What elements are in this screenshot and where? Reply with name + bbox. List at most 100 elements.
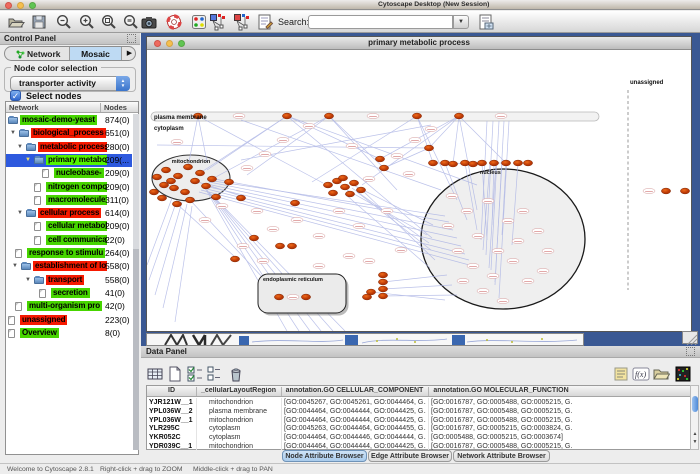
table-row[interactable]: YPL036W__1 mitochondrion [GO:0044464, GO:0… bbox=[147, 416, 690, 425]
table-cell[interactable]: [GO:0044464, GO:0044444, GO:0044425, G..… bbox=[284, 442, 426, 450]
tree-row-label[interactable]: biological_process bbox=[31, 128, 106, 138]
tree-row[interactable]: ▼cellular process614(0) bbox=[6, 207, 132, 220]
tree-row[interactable]: cellular metabol209(0) bbox=[6, 220, 132, 233]
tree-scrollbar[interactable] bbox=[133, 114, 139, 450]
tree-row-label[interactable]: cell communicati bbox=[46, 235, 107, 245]
tree-row[interactable]: mosaic-demo-yeast874(0) bbox=[6, 114, 132, 127]
zoom-window-icon[interactable] bbox=[29, 2, 36, 9]
tree-row-label[interactable]: cellular process bbox=[38, 208, 101, 218]
tree-row[interactable]: macromolecule311(0) bbox=[6, 194, 132, 207]
zoom-selected-icon[interactable] bbox=[100, 13, 118, 31]
table-cell[interactable]: [GO:0016787, GO:0005488, GO:0005215, G..… bbox=[431, 407, 572, 416]
tree-row[interactable]: ▼metabolic process280(0) bbox=[6, 141, 132, 154]
table-cell[interactable]: YLR295C bbox=[149, 424, 194, 433]
table-row[interactable]: YDR039C__1mitochondrion[GO:0044464, GO:0… bbox=[147, 442, 690, 450]
zoom-in-icon[interactable] bbox=[78, 13, 96, 31]
select-all-icon[interactable] bbox=[186, 365, 204, 383]
table-row[interactable]: YJR121W__1mitochondrion[GO:0045267, GO:0… bbox=[147, 398, 690, 407]
tree-row-label[interactable]: cellular metabol bbox=[46, 221, 107, 231]
attribute-notes-icon[interactable] bbox=[612, 365, 630, 383]
table-cell[interactable]: YDR039C__1 bbox=[149, 442, 194, 450]
tree-row-label[interactable]: macromolecule bbox=[46, 195, 107, 205]
import-table-icon[interactable] bbox=[652, 365, 670, 383]
table-col-header[interactable]: annotation.GO MOLECULAR_FUNCTION bbox=[430, 387, 572, 394]
layout-b-icon[interactable] bbox=[233, 13, 251, 31]
combo-stepper-icon[interactable]: ▲▼ bbox=[116, 76, 130, 91]
vizmapper-icon[interactable] bbox=[190, 13, 208, 31]
open-session-icon[interactable] bbox=[7, 13, 25, 31]
table-cell[interactable]: YKR052C bbox=[149, 433, 194, 442]
table-cell[interactable]: [GO:0044464, GO:0044446, GO:0044444, G..… bbox=[284, 433, 426, 442]
tab-mosaic[interactable]: Mosaic bbox=[69, 47, 122, 61]
tree-row[interactable]: ▼transport558(0) bbox=[6, 274, 132, 287]
new-attribute-icon[interactable] bbox=[166, 365, 184, 383]
table-cell[interactable]: [GO:0044464, GO:0044444, GO:0044425, G..… bbox=[284, 416, 426, 425]
node-color-combo[interactable]: transporter activity ▲▼ bbox=[10, 76, 130, 91]
tab-overflow-arrow-icon[interactable]: ▶ bbox=[122, 47, 136, 61]
data-panel-float-icon[interactable] bbox=[686, 347, 695, 356]
layout-a-icon[interactable] bbox=[209, 13, 227, 31]
table-cell[interactable]: [GO:0016787, GO:0005488, GO:0005215, G..… bbox=[431, 442, 572, 450]
tree-row[interactable]: Overview8(0) bbox=[6, 327, 132, 340]
tree-row[interactable]: cell communicati22(0) bbox=[6, 234, 132, 247]
table-cell[interactable]: [GO:0045263, GO:0044464, GO:0044455, G..… bbox=[284, 424, 426, 433]
table-cell[interactable]: plasma membrane bbox=[209, 407, 279, 416]
tree-row-label[interactable]: secretion bbox=[51, 288, 90, 298]
tree-row[interactable]: secretion41(0) bbox=[6, 287, 132, 300]
expand-arrow-icon[interactable]: ▼ bbox=[12, 263, 18, 269]
tree-row-label[interactable]: transport bbox=[46, 275, 84, 285]
tree-row[interactable]: nitrogen compou209(0) bbox=[6, 181, 132, 194]
table-row[interactable]: YKR052C cytoplasm [GO:0044464, GO:0044446,… bbox=[147, 433, 690, 442]
tree-col-network[interactable]: Network bbox=[9, 103, 39, 112]
float-panel-icon[interactable] bbox=[127, 34, 136, 43]
tab-network-attribute-browser[interactable]: Network Attribute Browser bbox=[453, 450, 550, 462]
table-row[interactable]: YLR295C cytoplasm [GO:0045263, GO:0044464,… bbox=[147, 424, 690, 433]
tree-row-label[interactable]: establishment of lo bbox=[33, 261, 107, 271]
tab-node-attribute-browser[interactable]: Node Attribute Browser bbox=[282, 450, 367, 462]
tree-row-label[interactable]: response to stimulu bbox=[27, 248, 105, 258]
expand-arrow-icon[interactable]: ▼ bbox=[10, 130, 16, 136]
matrix-view-icon[interactable] bbox=[674, 365, 692, 383]
table-cell[interactable]: mitochondrion bbox=[209, 398, 279, 407]
search-dropdown-icon[interactable]: ▼ bbox=[453, 15, 469, 29]
tree-row[interactable]: ▼primary metabol209(... bbox=[6, 154, 132, 167]
table-cell[interactable]: [GO:0016787, GO:0005215, GO:0003824, G..… bbox=[431, 424, 572, 433]
select-nodes-checkbox[interactable]: ✓ bbox=[10, 90, 21, 101]
minimize-window-icon[interactable] bbox=[17, 2, 24, 9]
tree-row[interactable]: unassigned223(0) bbox=[6, 314, 132, 327]
tree-row-label[interactable]: Overview bbox=[20, 328, 59, 338]
table-col-header[interactable]: _cellularLayoutRegion bbox=[198, 387, 279, 394]
tree-row-label[interactable]: nucleobase- bbox=[54, 168, 104, 178]
table-cell[interactable]: YPL036W__2 bbox=[149, 407, 194, 416]
zoom-fit-icon[interactable] bbox=[122, 13, 140, 31]
table-cell[interactable]: [GO:0044464, GO:0044444, GO:0044425, G..… bbox=[284, 407, 426, 416]
table-cell[interactable]: [GO:0005488, GO:0005215, GO:0003674] bbox=[431, 433, 572, 442]
table-row[interactable]: YPL036W__2 plasma membrane [GO:0044464, GO… bbox=[147, 407, 690, 416]
unselect-all-icon[interactable] bbox=[205, 365, 223, 383]
function-builder-icon[interactable]: f(x) bbox=[632, 365, 650, 383]
import-attributes-icon[interactable] bbox=[477, 13, 495, 31]
tree-row[interactable]: nucleobase-209(0) bbox=[6, 167, 132, 180]
table-cell[interactable]: cytoplasm bbox=[209, 424, 279, 433]
tree-row[interactable]: response to stimulu264(0) bbox=[6, 247, 132, 260]
tree-row[interactable]: ▼establishment of lo558(0) bbox=[6, 260, 132, 273]
network-graph[interactable]: plasma membranecytoplasmmitochondrionnuc… bbox=[147, 50, 691, 331]
close-window-icon[interactable] bbox=[5, 2, 12, 9]
table-cell[interactable]: YPL036W__1 bbox=[149, 416, 194, 425]
snapshot-icon[interactable] bbox=[140, 13, 158, 31]
table-cell[interactable]: cytoplasm bbox=[209, 433, 279, 442]
table-scrollbar[interactable]: ▲▼ bbox=[690, 385, 699, 450]
editor-icon[interactable] bbox=[256, 13, 274, 31]
table-cell[interactable]: [GO:0016787, GO:0005488, GO:0005215, G..… bbox=[431, 416, 572, 425]
select-attributes-icon[interactable] bbox=[146, 365, 164, 383]
tree-row-label[interactable]: primary metabol bbox=[46, 155, 107, 165]
tab-network[interactable]: Network bbox=[5, 47, 69, 61]
table-cell[interactable]: mitochondrion bbox=[209, 416, 279, 425]
expand-arrow-icon[interactable]: ▼ bbox=[17, 210, 23, 216]
tab-edge-attribute-browser[interactable]: Edge Attribute Browser bbox=[368, 450, 452, 462]
tree-row-label[interactable]: multi-organism pro bbox=[27, 301, 102, 311]
zoom-out-icon[interactable] bbox=[55, 13, 73, 31]
tree-row-label[interactable]: nitrogen compou bbox=[46, 182, 107, 192]
tree-row[interactable]: ▼biological_process651(0) bbox=[6, 127, 132, 140]
help-icon[interactable] bbox=[165, 13, 183, 31]
